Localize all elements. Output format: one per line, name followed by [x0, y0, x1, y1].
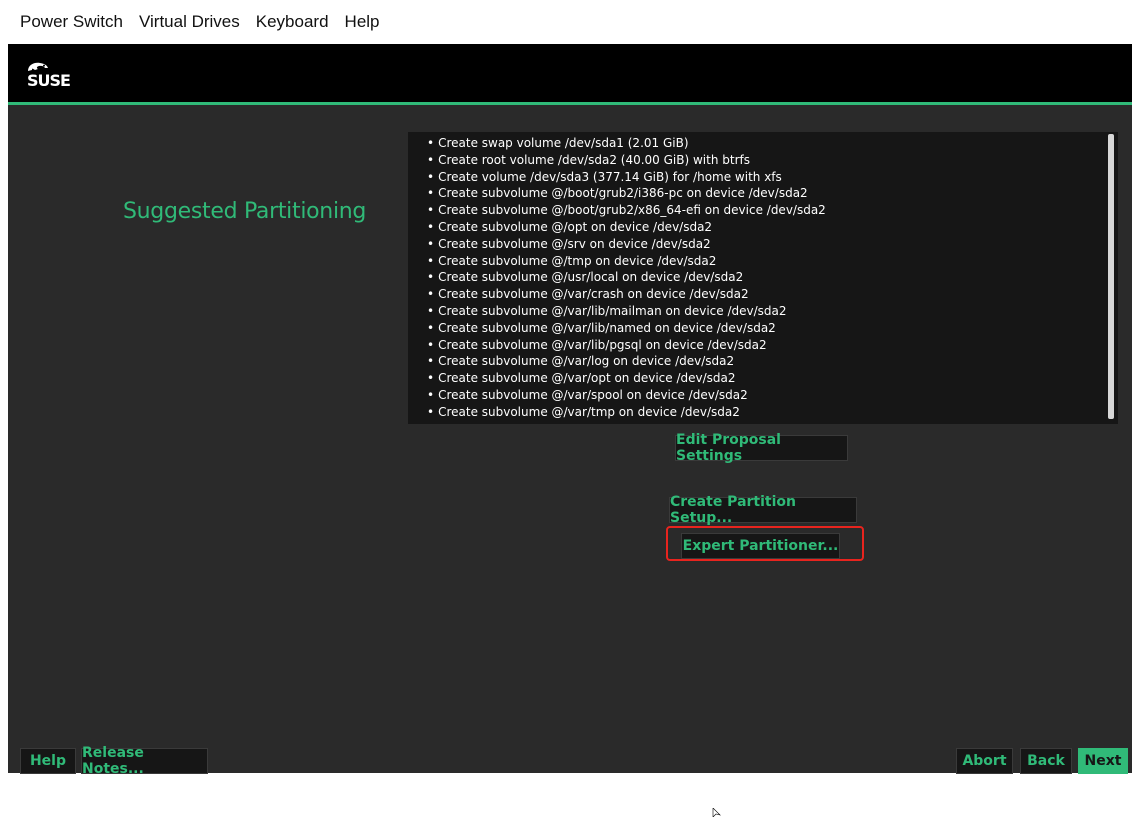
proposal-list: Create swap volume /dev/sda1 (2.01 GiB)C… [427, 135, 826, 421]
proposal-item: Create subvolume @/opt on device /dev/sd… [427, 219, 826, 236]
back-button[interactable]: Back [1020, 748, 1072, 774]
proposal-item: Create subvolume @/var/lib/named on devi… [427, 320, 826, 337]
create-partition-setup-button[interactable]: Create Partition Setup... [669, 494, 857, 526]
proposal-item: Create subvolume @/var/opt on device /de… [427, 370, 826, 387]
proposal-item: Create subvolume @/var/log on device /de… [427, 353, 826, 370]
proposal-item: Create subvolume @/var/crash on device /… [427, 286, 826, 303]
help-button[interactable]: Help [20, 748, 76, 774]
menu-bar: Power Switch Virtual Drives Keyboard Hel… [0, 0, 1132, 44]
edit-proposal-settings-button[interactable]: Edit Proposal Settings [675, 432, 848, 464]
installer-screen: SUSE Suggested Partitioning Create swap … [8, 44, 1132, 817]
menu-virtual-drives[interactable]: Virtual Drives [131, 0, 248, 44]
proposal-item: Create subvolume @/var/spool on device /… [427, 387, 826, 404]
proposal-item: Create subvolume @/boot/grub2/x86_64-efi… [427, 202, 826, 219]
proposal-item: Create swap volume /dev/sda1 (2.01 GiB) [427, 135, 826, 152]
menu-power-switch[interactable]: Power Switch [0, 0, 131, 44]
abort-button[interactable]: Abort [956, 748, 1013, 774]
proposal-item: Create subvolume @/boot/grub2/i386-pc on… [427, 185, 826, 202]
proposal-item: Create subvolume @/tmp on device /dev/sd… [427, 253, 826, 270]
menu-help[interactable]: Help [337, 0, 388, 44]
page-title: Suggested Partitioning [123, 199, 367, 224]
expert-partitioner-button[interactable]: Expert Partitioner... [681, 533, 840, 559]
suse-logo-text: SUSE [27, 71, 71, 90]
next-button[interactable]: Next [1078, 748, 1128, 774]
menu-keyboard[interactable]: Keyboard [248, 0, 337, 44]
release-notes-button[interactable]: Release Notes... [81, 745, 208, 777]
proposal-item: Create subvolume @/var/lib/pgsql on devi… [427, 337, 826, 354]
installer-header: SUSE [8, 44, 1132, 105]
proposal-item: Create root volume /dev/sda2 (40.00 GiB)… [427, 152, 826, 169]
proposal-item: Create subvolume @/srv on device /dev/sd… [427, 236, 826, 253]
proposal-item: Create subvolume @/usr/local on device /… [427, 269, 826, 286]
proposal-summary[interactable]: Create swap volume /dev/sda1 (2.01 GiB)C… [408, 132, 1118, 424]
proposal-item: Create subvolume @/var/lib/mailman on de… [427, 303, 826, 320]
proposal-item: Create subvolume @/var/tmp on device /de… [427, 404, 826, 421]
mouse-cursor-icon [712, 808, 721, 817]
summary-scrollbar[interactable] [1108, 134, 1114, 419]
suse-logo: SUSE [22, 61, 82, 91]
proposal-item: Create volume /dev/sda3 (377.14 GiB) for… [427, 169, 826, 186]
